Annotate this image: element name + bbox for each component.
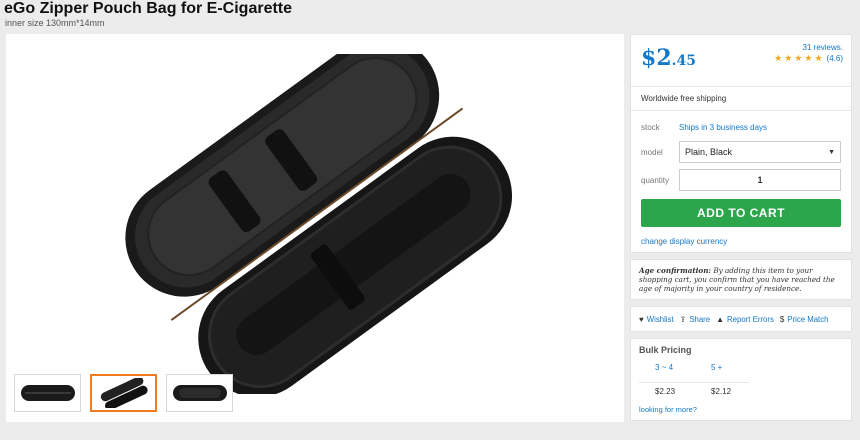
purchase-form: stock Ships in 3 business days model Pla… xyxy=(631,111,851,252)
bulk-pricing: Bulk Pricing 3 ~ 4 5 + $2.23 $2.12 looki… xyxy=(631,339,851,420)
page-title: eGo Zipper Pouch Bag for E-Cigarette xyxy=(4,0,293,17)
reviews: 31 reviews. ★ ★ ★ ★ ★ (4.6) xyxy=(774,43,843,63)
star-icon: ★ xyxy=(814,53,823,63)
stock-value: Ships in 3 business days xyxy=(679,122,768,132)
stock-label: stock xyxy=(641,122,660,132)
image-panel xyxy=(6,34,624,422)
quantity-input[interactable]: 1 xyxy=(679,169,841,191)
bulk-price-2: $2.12 xyxy=(711,387,732,396)
reviews-link[interactable]: 31 reviews. xyxy=(774,43,843,52)
star-icon: ★ xyxy=(784,53,793,63)
purchase-box: $2.45 31 reviews. ★ ★ ★ ★ ★ (4.6) Worldw… xyxy=(630,34,852,253)
thumbnail-1[interactable] xyxy=(14,374,81,412)
model-select-value: Plain, Black xyxy=(685,147,733,157)
thumbnail-strip xyxy=(14,374,233,412)
add-to-cart-button[interactable]: ADD TO CART xyxy=(641,199,841,227)
warning-icon: ▲ xyxy=(716,314,725,324)
bulk-price-1: $2.23 xyxy=(655,387,676,396)
thumbnail-3[interactable] xyxy=(166,374,233,412)
actions-box: ♥ Wishlist ⇪ Share ▲ Report Errors $ Price M… xyxy=(630,306,852,332)
model-label: model xyxy=(641,147,663,157)
rating-stars: ★ ★ ★ ★ ★ (4.6) xyxy=(774,53,843,64)
main-product-image[interactable] xyxy=(124,54,524,394)
shipping-info: Worldwide free shipping xyxy=(631,87,851,111)
star-icon: ★ xyxy=(774,53,783,63)
thumbnail-2[interactable] xyxy=(90,374,157,412)
model-select[interactable]: Plain, Black ▼ xyxy=(679,141,841,163)
bulk-pricing-title: Bulk Pricing xyxy=(639,345,692,355)
bulk-tier-2: 5 + xyxy=(711,363,723,372)
star-icon: ★ xyxy=(794,53,803,63)
price-match-link[interactable]: $ Price Match xyxy=(780,315,829,324)
age-heading: Age confirmation: xyxy=(639,266,712,275)
age-confirmation-box: Age confirmation: By adding this item to… xyxy=(630,259,852,300)
star-icon: ★ xyxy=(804,53,813,63)
report-errors-link[interactable]: ▲ Report Errors xyxy=(716,315,774,324)
change-currency-link[interactable]: change display currency xyxy=(641,237,841,246)
age-confirmation: Age confirmation: By adding this item to… xyxy=(631,260,851,299)
divider xyxy=(639,382,749,383)
dollar-icon: $ xyxy=(779,314,785,324)
chevron-down-icon: ▼ xyxy=(828,148,835,156)
action-bar: ♥ Wishlist ⇪ Share ▲ Report Errors $ Price M… xyxy=(631,307,851,331)
rating-value: (4.6) xyxy=(826,54,843,63)
share-icon: ⇪ xyxy=(679,314,687,324)
product-subtitle: inner size 130mm*14mm xyxy=(5,18,105,28)
looking-for-more-link[interactable]: looking for more? xyxy=(639,405,843,414)
bulk-pricing-box: Bulk Pricing 3 ~ 4 5 + $2.23 $2.12 looki… xyxy=(630,338,852,421)
quantity-label: quantity xyxy=(641,175,670,185)
bulk-pricing-table: 3 ~ 4 5 + $2.23 $2.12 xyxy=(639,363,843,401)
price: $2.45 xyxy=(641,45,696,71)
price-row: $2.45 31 reviews. ★ ★ ★ ★ ★ (4.6) xyxy=(631,35,851,87)
bulk-tier-1: 3 ~ 4 xyxy=(655,363,674,372)
wishlist-link[interactable]: ♥ Wishlist xyxy=(639,315,674,324)
wishlist-icon: ♥ xyxy=(639,314,644,324)
purchase-sidebar: $2.45 31 reviews. ★ ★ ★ ★ ★ (4.6) Worldw… xyxy=(630,34,852,427)
share-link[interactable]: ⇪ Share xyxy=(680,315,711,324)
